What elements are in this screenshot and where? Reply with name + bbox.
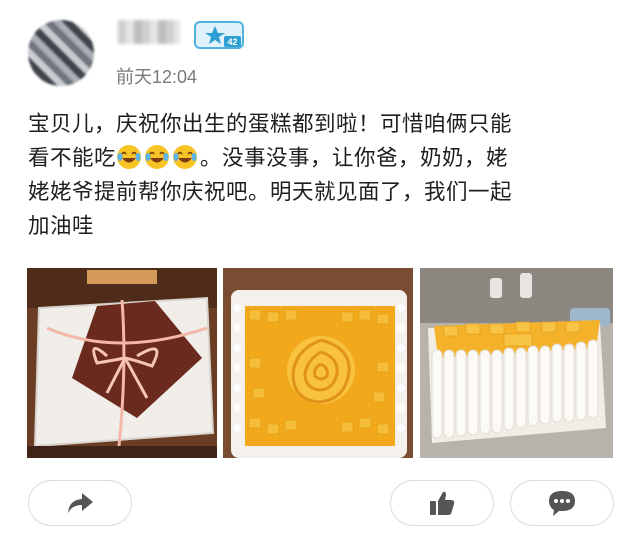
post-header: 42 前天12:04 [0, 0, 640, 100]
laughing-crying-emoji-icon [117, 145, 142, 169]
share-arrow-icon [68, 493, 93, 513]
mango-cake-side-photo[interactable] [420, 268, 613, 458]
share-button[interactable] [28, 480, 132, 526]
post-text-segment: 看不能吃 [28, 146, 117, 171]
gift-box-cake-photo[interactable] [27, 268, 217, 458]
speech-bubble-icon [549, 491, 575, 516]
post-text-line: 宝贝儿，庆祝你出生的蛋糕都到啦！可惜咱俩只能 [28, 112, 513, 137]
thumbs-up-icon [430, 491, 455, 515]
post-text-line: 加油哇 [28, 214, 95, 239]
mango-rose-cake-photo[interactable] [223, 268, 413, 458]
badge-number: 42 [227, 37, 237, 47]
laughing-crying-emoji-icon [173, 145, 198, 169]
post-text-line: 看不能吃 。没事没事，让你爸，奶奶，姥 [28, 142, 628, 176]
avatar[interactable] [28, 20, 94, 86]
post-text: 宝贝儿，庆祝你出生的蛋糕都到啦！可惜咱俩只能 看不能吃 。没事没事，让你爸，奶奶，… [28, 108, 628, 244]
level-badge-icon: 42 [193, 20, 245, 50]
post-timestamp: 前天12:04 [116, 67, 198, 87]
comment-button[interactable] [510, 480, 614, 526]
post-text-line: 姥姥爷提前帮你庆祝吧。明天就见面了，我们一起 [28, 180, 513, 205]
username-blurred[interactable] [118, 20, 180, 44]
laughing-crying-emoji-icon [145, 145, 170, 169]
like-button[interactable] [390, 480, 494, 526]
post-text-segment: 。没事没事，让你爸，奶奶，姥 [200, 146, 509, 171]
